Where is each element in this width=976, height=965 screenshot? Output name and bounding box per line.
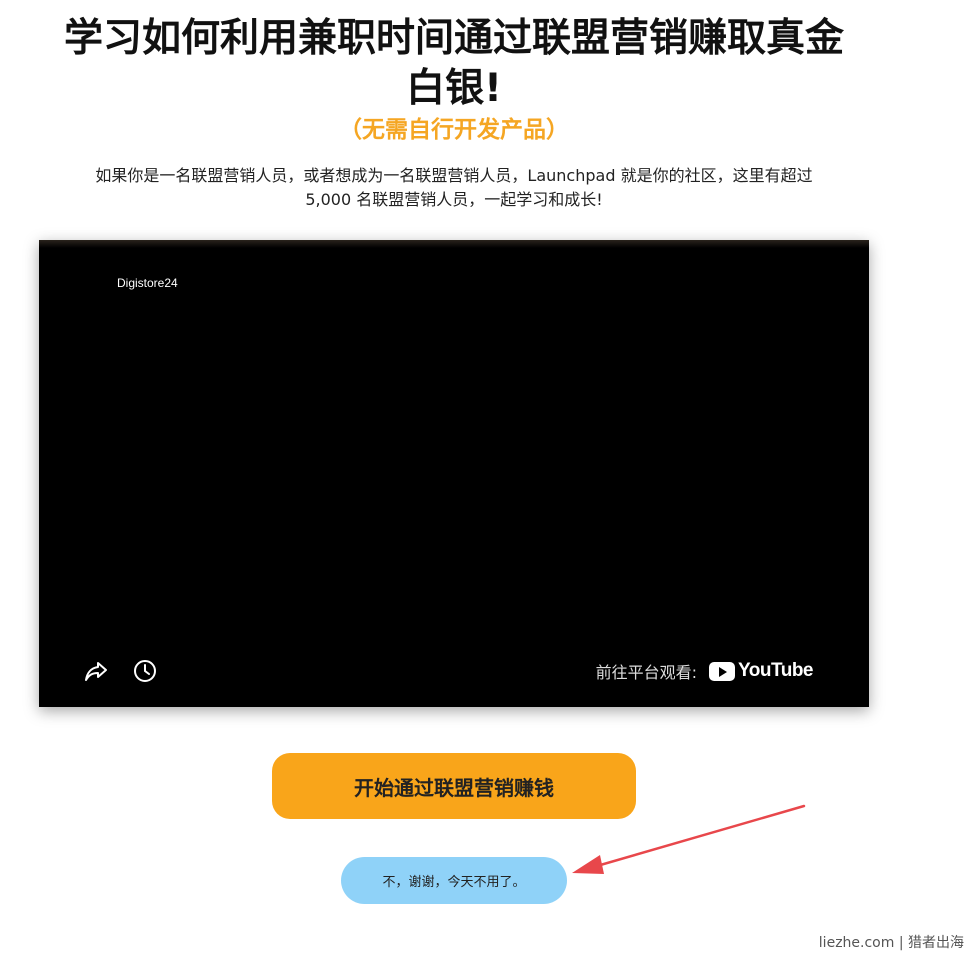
- video-player[interactable]: Digistore24 前往平台观看: YouTube: [39, 240, 869, 707]
- page-description: 如果你是一名联盟营销人员，或者想成为一名联盟营销人员，Launchpad 就是你…: [40, 164, 868, 212]
- video-top-strip: [39, 240, 869, 248]
- watch-on-label: 前往平台观看:: [595, 663, 698, 682]
- video-channel-name[interactable]: Digistore24: [117, 276, 178, 290]
- headline-line-2: 白银!: [406, 66, 502, 111]
- site-watermark: liezhe.com | 猎者出海: [818, 935, 964, 951]
- description-line-1: 如果你是一名联盟营销人员，或者想成为一名联盟营销人员，Launchpad 就是你…: [95, 166, 813, 185]
- no-thanks-button[interactable]: 不，谢谢，今天不用了。: [341, 857, 567, 904]
- annotation-arrow-icon: [572, 804, 806, 874]
- headline-line-1: 学习如何利用兼职时间通过联盟营销赚取真金: [63, 16, 844, 61]
- youtube-play-icon: [709, 661, 736, 681]
- page-subheadline: （无需自行开发产品）: [339, 117, 569, 143]
- clock-icon[interactable]: [132, 658, 158, 684]
- page-headline: 学习如何利用兼职时间通过联盟营销赚取真金 白银!: [20, 14, 888, 114]
- landing-page: 学习如何利用兼职时间通过联盟营销赚取真金 白银! （无需自行开发产品） 如果你是…: [0, 0, 976, 965]
- watch-on-youtube-link[interactable]: 前往平台观看: YouTube: [595, 659, 814, 683]
- description-line-2: 5,000 名联盟营销人员，一起学习和成长!: [305, 190, 603, 209]
- share-icon[interactable]: [83, 658, 109, 684]
- youtube-wordmark: YouTube: [738, 660, 813, 681]
- youtube-logo-icon: YouTube: [709, 660, 813, 682]
